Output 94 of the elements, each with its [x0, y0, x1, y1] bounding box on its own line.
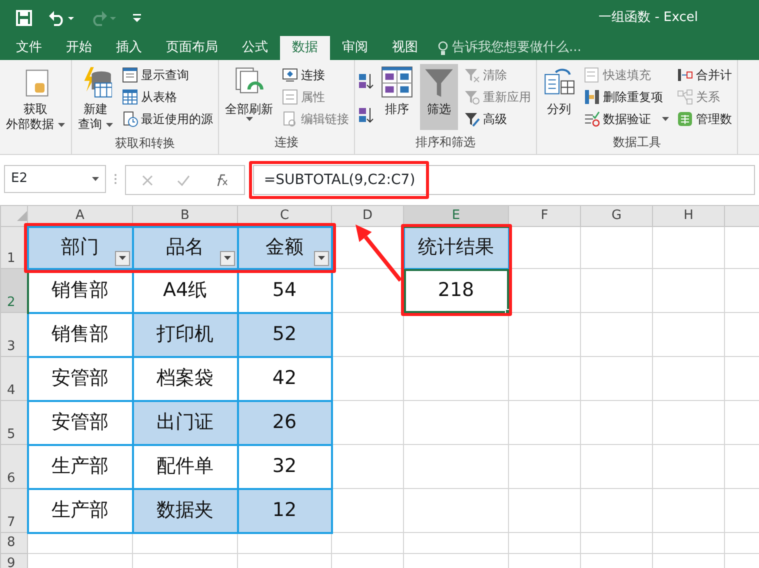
row-header[interactable]: 6 [0, 444, 28, 488]
ribbon-tab[interactable]: 数据 [280, 36, 330, 60]
group-label: 数据工具 [612, 134, 662, 151]
ribbon-button[interactable]: 删除重复项 [582, 86, 671, 108]
table-cell[interactable]: 安管部 [28, 356, 132, 400]
ribbon-tab[interactable]: 视图 [380, 36, 430, 60]
flash-fill-icon [584, 67, 600, 83]
column-header[interactable]: D [332, 206, 404, 226]
ribbon-button[interactable]: 高级 [462, 108, 533, 130]
row-header[interactable]: 7 [0, 488, 28, 532]
ribbon-tab[interactable]: 文件 [4, 36, 54, 60]
connection-icon [282, 67, 298, 83]
ribbon-button[interactable]: 数据验证 [582, 108, 671, 130]
data-model-icon [677, 111, 693, 127]
ribbon-tab[interactable]: 页面布局 [154, 36, 230, 60]
group-label: 连接 [274, 134, 300, 151]
window-icon [122, 67, 138, 83]
table-cell[interactable]: 218 [404, 268, 508, 312]
ribbon-button[interactable]: 显示查询 [120, 64, 215, 86]
ribbon-button[interactable]: 最近使用的源 [120, 108, 215, 130]
caret-icon [224, 256, 230, 260]
row-header[interactable]: 5 [0, 400, 28, 444]
filter-dropdown-button[interactable] [314, 250, 328, 266]
table-cell[interactable]: 打印机 [132, 312, 238, 356]
row-header[interactable]: 3 [0, 312, 28, 356]
ribbon-button[interactable]: 新建 查询 [75, 64, 116, 134]
column-header[interactable]: G [580, 206, 652, 226]
header-cell[interactable]: 统计结果 [404, 226, 508, 268]
ribbon-button[interactable]: 分列 [540, 64, 578, 130]
caret-icon [106, 122, 113, 127]
reapply-filter-icon [464, 89, 480, 105]
sort-ascending-icon[interactable] [358, 73, 374, 89]
clock-document-icon [122, 111, 138, 127]
table-cell[interactable]: 安管部 [28, 400, 132, 444]
ribbon-tab[interactable]: 开始 [54, 36, 104, 60]
table-cell[interactable]: 12 [238, 488, 332, 532]
ribbon-tab[interactable]: 插入 [104, 36, 154, 60]
table-cell[interactable]: 出门证 [132, 400, 238, 444]
caret-icon [662, 117, 669, 121]
sort-descending-icon[interactable] [358, 107, 374, 123]
table-cell[interactable]: 生产部 [28, 488, 132, 532]
column-header[interactable]: H [652, 206, 724, 226]
ribbon-button[interactable]: 连接 [280, 64, 351, 86]
table-cell[interactable]: 数据夹 [132, 488, 238, 532]
header-cell[interactable]: 品名 [132, 226, 238, 268]
sort-icon [381, 66, 413, 98]
caret-icon [318, 256, 324, 260]
group-label: 排序和筛选 [414, 134, 476, 151]
ribbon-tab[interactable]: 公式 [230, 36, 280, 60]
ribbon-button[interactable]: 管理数 [675, 108, 734, 130]
ribbon-button[interactable]: 排序 [378, 64, 416, 130]
ribbon-button[interactable]: 筛选 [420, 64, 458, 130]
table-cell[interactable]: 26 [238, 400, 332, 444]
remove-duplicates-icon [584, 89, 600, 105]
table-icon [122, 89, 138, 105]
undo-icon[interactable] [48, 10, 74, 26]
name-box[interactable]: E2 [4, 165, 106, 193]
row-header[interactable]: 8 [0, 532, 28, 553]
clear-filter-icon [464, 67, 480, 83]
ribbon-button[interactable]: 合并计 [675, 64, 734, 86]
filter-dropdown-button[interactable] [114, 250, 130, 266]
row-header[interactable]: 2 [0, 268, 28, 312]
grip-icon [114, 173, 117, 185]
ribbon-button[interactable]: 全部刷新 [222, 64, 276, 130]
advanced-filter-icon [464, 111, 480, 127]
table-cell[interactable]: 销售部 [28, 312, 132, 356]
table-cell[interactable]: 生产部 [28, 444, 132, 488]
lightbulb-icon [438, 40, 448, 56]
caret-icon [58, 122, 65, 127]
caret-icon [246, 117, 252, 121]
filter-icon [423, 66, 455, 98]
data-validation-icon [584, 111, 600, 127]
table-cell[interactable]: 52 [238, 312, 332, 356]
column-header[interactable]: E [404, 206, 508, 226]
column-header[interactable]: F [508, 206, 580, 226]
group-label: 获取和转换 [114, 135, 176, 152]
tell-me-field[interactable]: 告诉我您想要做什么... [438, 36, 582, 60]
ribbon-button[interactable]: 获取 外部数据 [3, 64, 68, 134]
list-icon [282, 89, 298, 105]
caret-icon [92, 177, 99, 181]
ribbon-button[interactable]: 从表格 [120, 86, 215, 108]
row-header[interactable]: 9 [0, 553, 28, 568]
document-link-icon [282, 111, 298, 127]
ribbon-tab[interactable]: 审阅 [330, 36, 380, 60]
customize-icon[interactable] [132, 12, 142, 24]
window-title: 一组函数 - Excel [598, 9, 698, 28]
header-cell[interactable]: 金额 [238, 226, 332, 268]
caret-icon [118, 256, 126, 260]
consolidate-icon [677, 67, 693, 83]
relationships-icon [677, 89, 693, 105]
header-cell[interactable]: 部门 [28, 226, 132, 268]
row-header[interactable]: 4 [0, 356, 28, 400]
formula-field[interactable]: =SUBTOTAL(9,C2:C7) [252, 165, 755, 195]
filter-dropdown-button[interactable] [220, 250, 234, 266]
